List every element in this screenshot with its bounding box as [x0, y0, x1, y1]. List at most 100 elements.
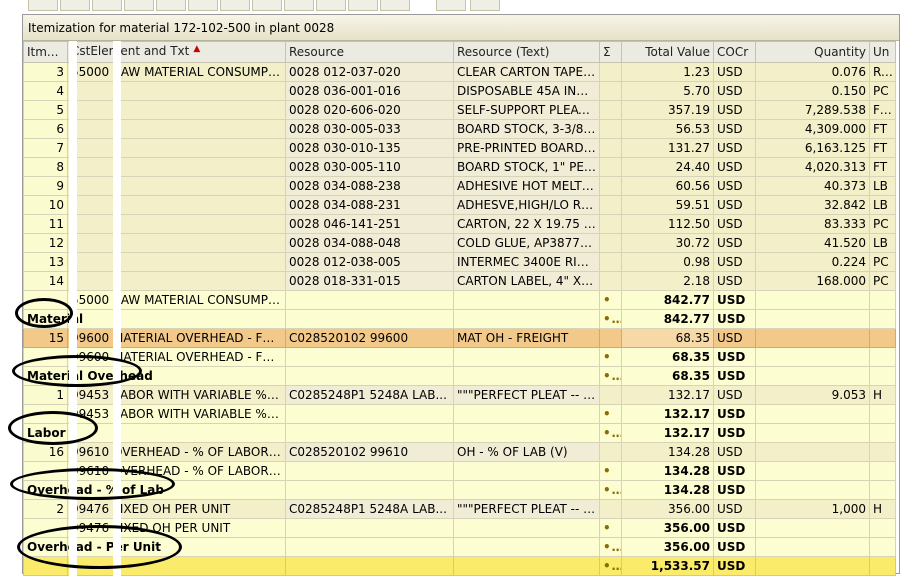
- group-total-row[interactable]: Labor •• 132.17 USD: [23, 423, 896, 443]
- cell-resource-text[interactable]: [453, 537, 600, 557]
- cell-unit[interactable]: LB: [869, 176, 896, 196]
- cell-resource[interactable]: [285, 309, 454, 329]
- cell-resource-text[interactable]: [453, 290, 600, 310]
- table-row[interactable]: 10 0028 034-088-231 ADHESVE,HIGH/LO RNG...…: [23, 195, 896, 215]
- cell-sum-level[interactable]: ••: [599, 537, 622, 557]
- cell-total-value[interactable]: 24.40: [621, 157, 714, 177]
- table-row[interactable]: 14 0028 018-331-015 CARTON LABEL, 4" X 8".…: [23, 271, 896, 291]
- cell-unit[interactable]: FT: [869, 157, 896, 177]
- toolbar-button[interactable]: [188, 0, 218, 11]
- table-row[interactable]: 6 0028 030-005-033 BOARD STOCK, 3-3/8" ...…: [23, 119, 896, 139]
- cell-resource[interactable]: [285, 537, 454, 557]
- cell-quantity[interactable]: [755, 442, 870, 462]
- cell-quantity[interactable]: 4,020.313: [755, 157, 870, 177]
- cell-quantity[interactable]: 32.842: [755, 195, 870, 215]
- toolbar-button[interactable]: [348, 0, 378, 11]
- cell-resource-text[interactable]: ADHESVE,HIGH/LO RNG...: [453, 195, 600, 215]
- toolbar-button[interactable]: [92, 0, 122, 11]
- cell-unit[interactable]: [869, 290, 896, 310]
- cell-item[interactable]: Labor: [23, 423, 68, 443]
- cell-quantity[interactable]: [755, 366, 870, 386]
- cell-sum-level[interactable]: •: [599, 518, 622, 538]
- cell-currency[interactable]: USD: [713, 385, 756, 405]
- cell-item[interactable]: 10: [23, 195, 68, 215]
- cell-unit[interactable]: PC: [869, 214, 896, 234]
- cell-resource[interactable]: 0028 046-141-251: [285, 214, 454, 234]
- cell-quantity[interactable]: 4,309.000: [755, 119, 870, 139]
- cell-item[interactable]: 13: [23, 252, 68, 272]
- group-total-row[interactable]: Overhead - % of Lab ••134.28USD: [23, 480, 896, 500]
- cell-resource-text[interactable]: CARTON LABEL, 4" X 8"...: [453, 271, 600, 291]
- cell-currency[interactable]: USD: [713, 252, 756, 272]
- cell-unit[interactable]: [869, 423, 896, 443]
- table-row[interactable]: 3 55000 RAW MATERIAL CONSUMPTI... 0028 012…: [23, 62, 896, 82]
- col-header-cost-element[interactable]: CstElement and Txt ▲: [67, 41, 286, 63]
- cell-total-value[interactable]: 356.00: [621, 499, 714, 519]
- cell-cost-element[interactable]: [67, 176, 286, 196]
- cell-item[interactable]: 8: [23, 157, 68, 177]
- cell-resource-text[interactable]: [453, 461, 600, 481]
- cell-resource[interactable]: C0285248P1 5248A LAB...: [285, 499, 454, 519]
- cell-resource-text[interactable]: SELF-SUPPORT PLEAT ...: [453, 100, 600, 120]
- cell-sum-level[interactable]: [599, 138, 622, 158]
- cell-total-value[interactable]: 60.56: [621, 176, 714, 196]
- cell-quantity[interactable]: 1,000: [755, 499, 870, 519]
- cell-currency[interactable]: USD: [713, 461, 756, 481]
- subtotal-row[interactable]: 99453 LABOR WITH VARIABLE % ... • 132.17 US…: [23, 404, 896, 424]
- cell-resource-text[interactable]: [453, 309, 600, 329]
- cell-total-value[interactable]: 2.18: [621, 271, 714, 291]
- cell-resource[interactable]: [285, 290, 454, 310]
- cell-cost-element[interactable]: 99610 OVERHEAD - % OF LABOR (...: [67, 442, 286, 462]
- cell-resource[interactable]: 0028 030-010-135: [285, 138, 454, 158]
- cell-cost-element[interactable]: 99600 MATERIAL OVERHEAD - FREI...: [67, 347, 286, 367]
- cell-sum-level[interactable]: [599, 100, 622, 120]
- toolbar-button[interactable]: [316, 0, 346, 11]
- cell-unit[interactable]: H: [869, 385, 896, 405]
- cell-currency[interactable]: USD: [713, 119, 756, 139]
- table-row[interactable]: 16 99610 OVERHEAD - % OF LABOR (... C02852…: [23, 442, 896, 462]
- cell-total-value[interactable]: 68.35: [621, 328, 714, 348]
- cell-resource-text[interactable]: COLD GLUE, AP3877CF ...: [453, 233, 600, 253]
- cell-sum-level[interactable]: ••: [599, 480, 622, 500]
- toolbar-button[interactable]: [60, 0, 90, 11]
- cell-unit[interactable]: [869, 480, 896, 500]
- cell-quantity[interactable]: [755, 480, 870, 500]
- col-header-quantity[interactable]: Quantity: [755, 41, 870, 63]
- cell-quantity[interactable]: [755, 328, 870, 348]
- cell-total-value[interactable]: 56.53: [621, 119, 714, 139]
- cell-sum-level[interactable]: ••: [599, 366, 622, 386]
- cell-sum-level[interactable]: [599, 442, 622, 462]
- cell-resource-text[interactable]: [453, 366, 600, 386]
- cell-resource-text[interactable]: [453, 404, 600, 424]
- group-total-row[interactable]: Material Overhead ••68.35USD: [23, 366, 896, 386]
- cell-item[interactable]: [23, 347, 68, 367]
- cell-cost-element[interactable]: 55000 RAW MATERIAL CONSUMPTI...: [67, 62, 286, 82]
- cell-resource[interactable]: 0028 034-088-238: [285, 176, 454, 196]
- cell-quantity[interactable]: [755, 290, 870, 310]
- cell-resource[interactable]: [285, 366, 454, 386]
- cell-quantity[interactable]: 83.333: [755, 214, 870, 234]
- cell-total-value[interactable]: 356.00: [621, 518, 714, 538]
- cell-unit[interactable]: [869, 309, 896, 329]
- toolbar-button[interactable]: [436, 0, 466, 11]
- cell-resource-text[interactable]: """PERFECT PLEAT -- L...: [453, 499, 600, 519]
- cell-sum-level[interactable]: [599, 328, 622, 348]
- cell-resource[interactable]: 0028 018-331-015: [285, 271, 454, 291]
- cell-currency[interactable]: USD: [713, 138, 756, 158]
- cell-item[interactable]: 9: [23, 176, 68, 196]
- cell-total-value[interactable]: 30.72: [621, 233, 714, 253]
- table-row[interactable]: 1 99453 LABOR WITH VARIABLE % ... C0285248…: [23, 385, 896, 405]
- cell-resource[interactable]: 0028 036-001-016: [285, 81, 454, 101]
- cell-total-value[interactable]: 131.27: [621, 138, 714, 158]
- cell-resource[interactable]: 0028 034-088-231: [285, 195, 454, 215]
- table-row[interactable]: 9 0028 034-088-238 ADHESIVE HOT MELT F... 6…: [23, 176, 896, 196]
- cell-resource-text[interactable]: BOARD STOCK, 3-3/8" ...: [453, 119, 600, 139]
- cell-item[interactable]: 4: [23, 81, 68, 101]
- cell-cost-element[interactable]: [67, 195, 286, 215]
- cell-unit[interactable]: PC: [869, 81, 896, 101]
- cell-item[interactable]: 5: [23, 100, 68, 120]
- cell-quantity[interactable]: 41.520: [755, 233, 870, 253]
- cell-sum-level[interactable]: [599, 195, 622, 215]
- col-header-currency[interactable]: COCr: [713, 41, 756, 63]
- cell-total-value[interactable]: 112.50: [621, 214, 714, 234]
